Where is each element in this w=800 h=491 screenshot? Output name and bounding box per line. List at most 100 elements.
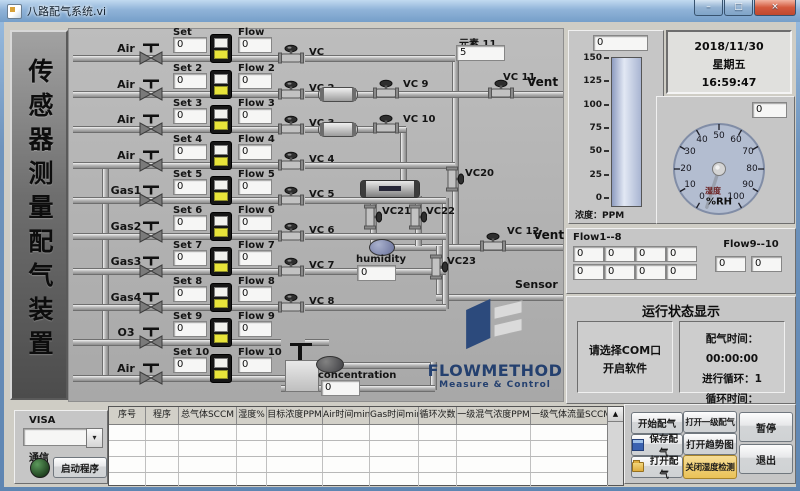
table-cell[interactable] [267, 457, 323, 472]
vc10-valve-icon[interactable] [372, 114, 400, 134]
table-cell[interactable] [179, 425, 237, 440]
vc-valve-icon[interactable] [277, 151, 305, 171]
table-cell[interactable] [370, 457, 419, 472]
table-cell[interactable] [370, 441, 419, 456]
pause-button[interactable]: 暂停 [739, 412, 793, 442]
set-input[interactable]: 0 [173, 321, 207, 337]
vc-valve-icon[interactable] [277, 186, 305, 206]
flow910-label: Flow9--10 [715, 239, 787, 250]
set-input[interactable]: 0 [173, 108, 207, 124]
table-cell[interactable] [323, 457, 370, 472]
table-cell[interactable] [419, 425, 457, 440]
table-cell[interactable] [146, 473, 179, 487]
table-cell[interactable] [237, 473, 267, 487]
vc-valve-icon[interactable] [277, 222, 305, 242]
table-cell[interactable] [323, 473, 370, 487]
vc20-valve-icon[interactable] [444, 165, 464, 193]
vc21-valve-icon[interactable] [362, 203, 382, 231]
shutoff-valve-icon[interactable] [138, 325, 164, 351]
table-cell[interactable] [237, 425, 267, 440]
set-input[interactable]: 0 [173, 73, 207, 89]
gauge-unit-label: %RH [706, 197, 732, 208]
table-cell[interactable] [109, 473, 146, 487]
set-input[interactable]: 0 [173, 37, 207, 53]
table-cell[interactable] [237, 457, 267, 472]
table-cell[interactable] [531, 457, 608, 472]
status-info-box: 配气时间： 00:00:00 进行循环：1 循环时间： 00:00:00 [679, 321, 785, 393]
table-cell[interactable] [419, 473, 457, 487]
open-trend-button[interactable]: 打开趋势图 [683, 433, 737, 455]
table-cell[interactable] [109, 425, 146, 440]
vc-valve-icon[interactable] [277, 80, 305, 100]
shutoff-valve-icon[interactable] [138, 361, 164, 387]
table-cell[interactable] [267, 425, 323, 440]
table-cell[interactable] [237, 441, 267, 456]
open-gas-button[interactable]: 打开配气 [631, 456, 683, 478]
vc12-valve-icon[interactable] [479, 232, 507, 252]
table-cell[interactable] [146, 441, 179, 456]
minimize-button[interactable]: – [694, 0, 723, 16]
vc22-valve-icon[interactable] [407, 203, 427, 231]
set-input[interactable]: 0 [173, 215, 207, 231]
shutoff-valve-icon[interactable] [138, 112, 164, 138]
table-cell[interactable] [457, 457, 531, 472]
visa-combo[interactable] [23, 428, 88, 446]
table-cell[interactable] [370, 473, 419, 487]
table-cell[interactable] [267, 441, 323, 456]
vc-valve-icon[interactable] [277, 44, 305, 64]
table-cell[interactable] [109, 441, 146, 456]
table-row[interactable] [109, 425, 623, 441]
set-input[interactable]: 0 [173, 357, 207, 373]
shutoff-valve-icon[interactable] [138, 41, 164, 67]
table-cell[interactable] [419, 457, 457, 472]
table-row[interactable] [109, 473, 623, 487]
maximize-button[interactable]: □ [724, 0, 753, 16]
start-program-button[interactable]: 启动程序 [53, 457, 107, 478]
table-cell[interactable] [323, 441, 370, 456]
shutoff-valve-icon[interactable] [138, 254, 164, 280]
table-row[interactable] [109, 441, 623, 457]
element11-input[interactable]: 5 [456, 45, 505, 61]
combo-dropdown-button[interactable]: ▾ [86, 428, 103, 448]
shutoff-valve-icon[interactable] [138, 148, 164, 174]
table-cell[interactable] [370, 425, 419, 440]
table-cell[interactable] [146, 457, 179, 472]
table-cell[interactable] [323, 425, 370, 440]
table-cell[interactable] [179, 473, 237, 487]
shutoff-valve-icon[interactable] [138, 219, 164, 245]
vc23-valve-icon[interactable] [428, 253, 448, 281]
close-humidity-button[interactable]: 关闭湿度检测 [683, 455, 737, 479]
shutoff-valve-icon[interactable] [138, 183, 164, 209]
set-input[interactable]: 0 [173, 179, 207, 195]
vc-valve-icon[interactable] [277, 257, 305, 277]
close-button[interactable]: × [754, 0, 796, 16]
table-cell[interactable] [267, 473, 323, 487]
vc-valve-label: VC 8 [309, 296, 335, 307]
table-cell[interactable] [531, 441, 608, 456]
shutoff-valve-icon[interactable] [138, 77, 164, 103]
scroll-up-arrow[interactable]: ▲ [608, 407, 623, 422]
table-cell[interactable] [457, 473, 531, 487]
set-input[interactable]: 0 [173, 144, 207, 160]
vc-valve-icon[interactable] [277, 293, 305, 313]
table-cell[interactable] [531, 425, 608, 440]
set-input[interactable]: 0 [173, 250, 207, 266]
shutoff-valve-icon[interactable] [138, 290, 164, 316]
vc9-valve-icon[interactable] [372, 79, 400, 99]
set-input[interactable]: 0 [173, 286, 207, 302]
table-row[interactable] [109, 457, 623, 473]
exit-button[interactable]: 退出 [739, 444, 793, 474]
open-primary-gas-button[interactable]: 打开一级配气 [683, 411, 737, 433]
table-cell[interactable] [109, 457, 146, 472]
table-cell[interactable] [146, 425, 179, 440]
table-cell[interactable] [179, 441, 237, 456]
pipe [73, 339, 281, 346]
table-cell[interactable] [419, 441, 457, 456]
table-cell[interactable] [457, 425, 531, 440]
vc-valve-icon[interactable] [277, 115, 305, 135]
table-cell[interactable] [179, 457, 237, 472]
table-scrollbar[interactable]: ▲ [607, 407, 623, 485]
table-cell[interactable] [457, 441, 531, 456]
table-cell[interactable] [531, 473, 608, 487]
tank-tick: 75 [571, 123, 609, 133]
